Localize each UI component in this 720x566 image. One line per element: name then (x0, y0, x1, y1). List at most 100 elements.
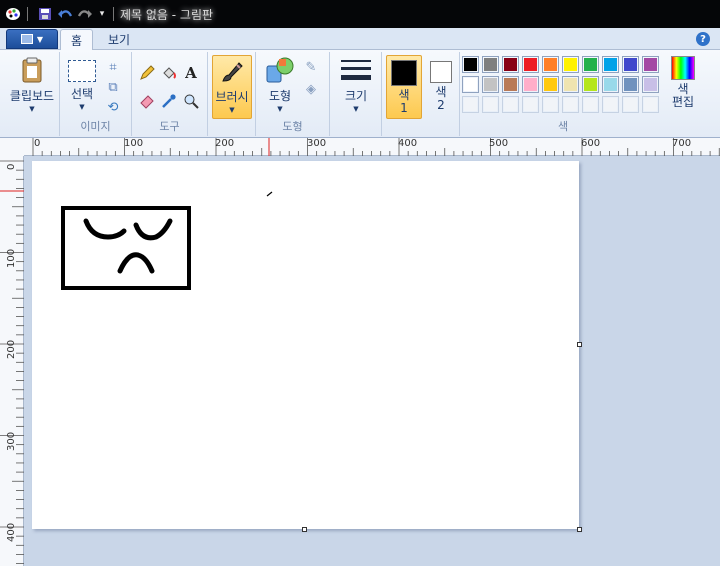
palette-color-swatch[interactable] (562, 96, 579, 113)
palette-color-fill (624, 78, 637, 91)
palette-color-fill (584, 58, 597, 71)
edit-colors-group: 색 편집 (666, 52, 700, 136)
color1-swatch (391, 60, 417, 86)
ribbon: 클립보드 ▼ 선택 ▼ ⌗ ⧉ ⟲ 이미지 A 도구 브러시 ▼ 도형 ▼ ✎ … (0, 50, 720, 138)
chevron-down-icon: ▼ (79, 103, 85, 111)
outline-icon[interactable]: ✎ (302, 58, 320, 76)
palette-color-swatch[interactable] (642, 56, 659, 73)
magnifier-icon[interactable] (182, 92, 200, 110)
palette-color-fill (544, 98, 557, 111)
eraser-icon[interactable] (138, 92, 156, 110)
resize-handle-bottom[interactable] (302, 527, 307, 532)
palette-color-swatch[interactable] (622, 76, 639, 93)
drawn-stray-mark (266, 191, 273, 197)
shapes-label: 도형 (268, 89, 292, 103)
palette-color-swatch[interactable] (602, 96, 619, 113)
line-width-icon (341, 60, 371, 80)
palette-color-swatch[interactable] (602, 76, 619, 93)
palette-color-swatch[interactable] (582, 96, 599, 113)
palette-color-swatch[interactable] (582, 76, 599, 93)
color-spectrum-icon (671, 56, 695, 80)
palette-color-swatch[interactable] (542, 96, 559, 113)
ruler-label: 700 (672, 138, 692, 149)
ribbon-tab-row: ▼ 홈 보기 ? (0, 28, 720, 50)
tab-home[interactable]: 홈 (60, 29, 94, 50)
palette-color-swatch[interactable] (562, 76, 579, 93)
palette-color-swatch[interactable] (462, 56, 479, 73)
palette-color-fill (544, 58, 557, 71)
palette-color-swatch[interactable] (502, 76, 519, 93)
palette-color-swatch[interactable] (502, 56, 519, 73)
palette-color-fill (604, 98, 617, 111)
color-picker-icon[interactable] (160, 92, 178, 110)
select-button[interactable]: 선택 ▼ (64, 60, 100, 111)
palette-color-fill (504, 98, 517, 111)
drawn-mouth (117, 252, 155, 274)
fill-icon[interactable]: ◈ (302, 80, 320, 98)
clipboard-group: 클립보드 ▼ (4, 52, 60, 136)
crop-icon[interactable]: ⌗ (104, 58, 122, 76)
size-group: 크기 ▼ (330, 52, 382, 136)
undo-icon[interactable] (56, 5, 74, 23)
palette-color-fill (504, 58, 517, 71)
resize-handle-right[interactable] (577, 342, 582, 347)
palette-color-swatch[interactable] (542, 76, 559, 93)
resize-icon[interactable]: ⧉ (104, 78, 122, 96)
ruler-label: 600 (581, 138, 601, 149)
palette-color-swatch[interactable] (502, 96, 519, 113)
palette-color-swatch[interactable] (462, 96, 479, 113)
palette-color-fill (464, 78, 477, 91)
palette-color-fill (524, 78, 537, 91)
palette-color-swatch[interactable] (562, 56, 579, 73)
tools-group: A 도구 (132, 52, 208, 136)
customize-quick-access-icon[interactable]: ▾ (96, 5, 108, 23)
palette-color-swatch[interactable] (542, 56, 559, 73)
divider (27, 7, 28, 21)
palette-color-swatch[interactable] (642, 76, 659, 93)
palette-color-swatch[interactable] (462, 76, 479, 93)
edit-colors-button[interactable]: 색 편집 (668, 56, 698, 109)
text-tool-icon[interactable]: A (182, 64, 200, 82)
shapes-icon (266, 57, 294, 83)
redo-icon[interactable] (76, 5, 94, 23)
rotate-icon[interactable]: ⟲ (104, 98, 122, 116)
palette-color-swatch[interactable] (522, 56, 539, 73)
color2-button[interactable]: 색 2 (424, 55, 458, 119)
pencil-icon[interactable] (138, 64, 156, 82)
tab-view[interactable]: 보기 (98, 29, 140, 50)
palette-color-fill (644, 58, 657, 71)
paint-menu-button[interactable]: ▼ (6, 29, 58, 49)
resize-handle-corner[interactable] (577, 527, 582, 532)
palette-color-swatch[interactable] (482, 96, 499, 113)
palette-color-fill (484, 78, 497, 91)
palette-color-swatch[interactable] (622, 96, 639, 113)
drawing-canvas[interactable] (32, 161, 579, 529)
clipboard-button[interactable]: 클립보드 ▼ (10, 56, 54, 113)
palette-color-swatch[interactable] (622, 56, 639, 73)
palette-color-swatch[interactable] (482, 76, 499, 93)
palette-color-fill (644, 78, 657, 91)
vertical-ruler: 0 100 200 300 400 (0, 156, 24, 566)
help-icon[interactable]: ? (696, 32, 710, 46)
palette-color-swatch[interactable] (582, 56, 599, 73)
paint-app-icon[interactable] (4, 5, 22, 23)
ruler-label: 300 (307, 138, 327, 149)
color1-button[interactable]: 색 1 (386, 55, 422, 119)
palette-color-swatch[interactable] (522, 96, 539, 113)
color1-label: 색 1 (398, 88, 410, 115)
palette-color-swatch[interactable] (642, 96, 659, 113)
save-icon[interactable] (36, 5, 54, 23)
palette-color-swatch[interactable] (482, 56, 499, 73)
palette-color-fill (484, 98, 497, 111)
ruler-label: 500 (489, 138, 509, 149)
palette-color-swatch[interactable] (602, 56, 619, 73)
shapes-button[interactable]: 도형 ▼ (262, 56, 298, 113)
chevron-down-icon: ▼ (229, 106, 235, 114)
ruler-label: 100 (6, 248, 17, 268)
select-label: 선택 (70, 87, 94, 101)
palette-color-swatch[interactable] (522, 76, 539, 93)
brushes-button[interactable]: 브러시 ▼ (212, 55, 252, 119)
palette-color-fill (504, 78, 517, 91)
size-button[interactable]: 크기 ▼ (336, 58, 376, 113)
fill-bucket-icon[interactable] (160, 64, 178, 82)
